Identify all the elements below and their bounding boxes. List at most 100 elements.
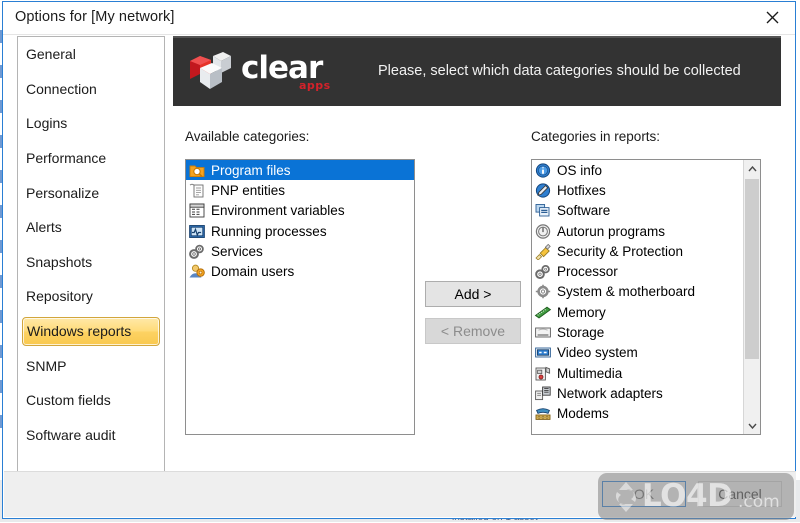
sidebar-item-performance[interactable]: Performance — [18, 141, 164, 176]
modems-icon — [535, 408, 551, 421]
list-item[interactable]: Hotfixes — [532, 180, 743, 200]
software-icon — [535, 204, 550, 217]
sidebar-item-label: Alerts — [26, 219, 62, 236]
report-list-scrollbar[interactable] — [743, 160, 760, 434]
list-item[interactable]: Processor — [532, 261, 743, 281]
list-item[interactable]: OS info — [532, 160, 743, 180]
sidebar-item-label: Software audit — [26, 426, 116, 443]
sidebar-item-connection[interactable]: Connection — [18, 72, 164, 107]
list-item-label: Autorun programs — [557, 223, 666, 239]
list-item-label: PNP entities — [211, 182, 286, 198]
sidebar-item-label: SNMP — [26, 357, 67, 374]
sidebar-item-label: Snapshots — [26, 253, 93, 270]
remove-button: < Remove — [425, 318, 521, 344]
ok-button[interactable]: OK — [602, 481, 686, 507]
sidebar-item-software-audit[interactable]: Software audit — [18, 418, 164, 453]
list-item-label: Hotfixes — [557, 182, 606, 198]
list-item[interactable]: Environment variables — [186, 201, 414, 221]
sidebar-item-label: Repository — [26, 288, 93, 305]
list-item-label: Modems — [557, 406, 609, 422]
sidebar-item-label: General — [26, 46, 76, 63]
sidebar-item-label: Custom fields — [26, 392, 111, 409]
list-item-label: Program files — [211, 162, 291, 178]
logo-sub-wordmark: apps — [299, 79, 331, 92]
clear-apps-cubes-logo: clear apps — [187, 48, 330, 96]
list-item-label: Video system — [557, 345, 638, 361]
services-icon — [189, 244, 204, 259]
sidebar-item-custom-fields[interactable]: Custom fields — [18, 383, 164, 418]
list-item[interactable]: Domain users — [186, 261, 414, 281]
scrollbar-thumb[interactable] — [745, 179, 759, 359]
sidebar-item-logins[interactable]: Logins — [18, 106, 164, 141]
security-protection-icon — [535, 243, 551, 260]
list-item[interactable]: Running processes — [186, 221, 414, 241]
list-item-label: Multimedia — [557, 365, 623, 381]
video-system-icon — [535, 347, 551, 358]
sidebar-item-label: Logins — [26, 115, 68, 132]
sidebar-item-personalize[interactable]: Personalize — [18, 175, 164, 210]
available-categories-label: Available categories: — [185, 129, 310, 144]
list-item[interactable]: Autorun programs — [532, 221, 743, 241]
chevron-up-icon[interactable] — [744, 160, 760, 177]
sidebar-item-label: Personalize — [26, 184, 100, 201]
list-item-label: Storage — [557, 325, 605, 341]
sidebar-item-label: Connection — [26, 80, 97, 97]
multimedia-icon — [535, 366, 551, 381]
options-dialog: Options for [My network] General Connecti… — [2, 1, 796, 519]
list-item-label: Domain users — [211, 264, 295, 280]
processor-icon — [535, 265, 550, 280]
list-item[interactable]: Memory — [532, 302, 743, 322]
list-item-label: Environment variables — [211, 203, 345, 219]
list-item[interactable]: Network adapters — [532, 383, 743, 403]
list-item-label: Processor — [557, 264, 618, 280]
pnp-entities-icon — [189, 183, 204, 198]
sidebar-nav: General Connection Logins Performance Person… — [17, 36, 165, 474]
categories-in-reports-label: Categories in reports: — [531, 129, 661, 144]
sidebar-item-general[interactable]: General — [18, 37, 164, 72]
sidebar-item-snmp[interactable]: SNMP — [18, 348, 164, 383]
list-item-label: OS info — [557, 162, 603, 178]
list-item[interactable]: Storage — [532, 322, 743, 342]
categories-in-reports-listbox[interactable]: OS info Hotfixes Software Autorun programs S… — [531, 159, 761, 435]
memory-icon — [534, 306, 552, 319]
environment-variables-icon — [189, 203, 205, 218]
add-button[interactable]: Add > — [425, 281, 521, 307]
sidebar-item-alerts[interactable]: Alerts — [18, 210, 164, 245]
list-item[interactable]: System & motherboard — [532, 282, 743, 302]
sidebar-item-snapshots[interactable]: Snapshots — [18, 245, 164, 280]
list-item-label: System & motherboard — [557, 284, 696, 300]
program-files-icon — [189, 165, 205, 177]
sidebar-item-repository[interactable]: Repository — [18, 279, 164, 314]
running-processes-icon — [189, 224, 205, 238]
content-panel: clear apps Please, select which data cat… — [173, 36, 781, 474]
banner-message: Please, select which data categories sho… — [378, 63, 741, 79]
list-item[interactable]: Services — [186, 241, 414, 261]
storage-icon — [535, 327, 551, 338]
list-item[interactable]: Multimedia — [532, 363, 743, 383]
autorun-programs-icon — [535, 223, 551, 239]
sidebar-item-windows-reports[interactable]: Windows reports — [22, 316, 160, 346]
os-info-icon — [535, 163, 551, 178]
list-item[interactable]: Video system — [532, 343, 743, 363]
list-item[interactable]: Security & Protection — [532, 241, 743, 261]
list-item[interactable]: Software — [532, 201, 743, 221]
system-motherboard-icon — [535, 285, 551, 299]
window-title: Options for [My network] — [15, 9, 175, 25]
list-item-label: Running processes — [211, 223, 327, 239]
close-icon[interactable] — [749, 2, 795, 33]
hotfixes-icon — [535, 183, 551, 198]
chevron-down-icon[interactable] — [744, 417, 760, 434]
domain-users-icon — [189, 264, 205, 278]
list-item[interactable]: Modems — [532, 404, 743, 424]
list-item[interactable]: PNP entities — [186, 180, 414, 200]
available-categories-listbox[interactable]: Program files PNP entities Environment var… — [185, 159, 415, 435]
list-item-label: Memory — [557, 304, 606, 320]
list-item-label: Network adapters — [557, 385, 663, 401]
list-item-label: Software — [557, 203, 611, 219]
sidebar-item-label: Windows reports — [27, 323, 132, 340]
cancel-button[interactable]: Cancel — [698, 481, 782, 507]
list-item[interactable]: Program files — [186, 160, 414, 181]
title-bar: Options for [My network] — [3, 2, 795, 35]
network-adapters-icon — [535, 386, 551, 400]
list-item-label: Services — [211, 243, 263, 259]
